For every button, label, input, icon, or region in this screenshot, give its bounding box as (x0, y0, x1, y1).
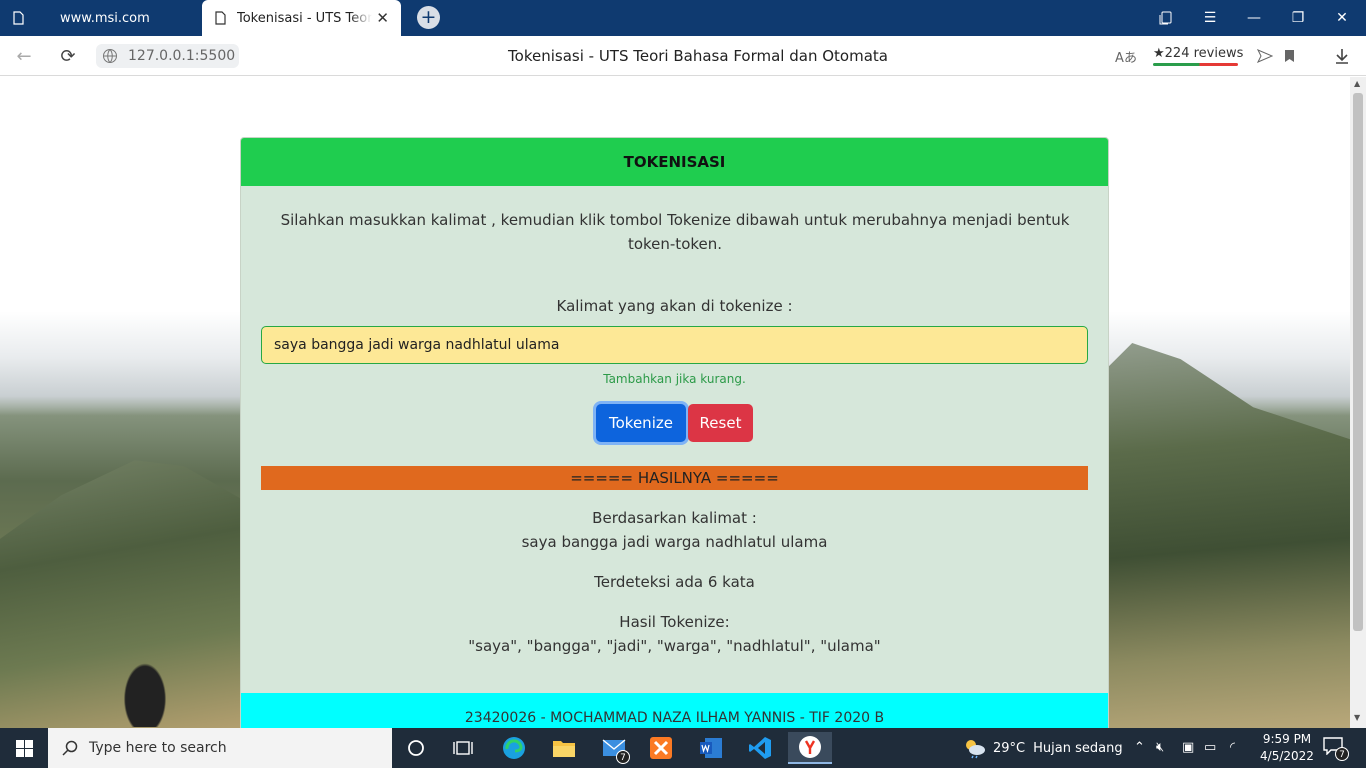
windows-taskbar: Type here to search 7 29°C Hujan sedang … (0, 728, 1366, 768)
wifi-icon[interactable]: ◜ (1230, 740, 1235, 755)
page-icon (215, 11, 226, 25)
page-viewport: TOKENISASI Silahkan masukkan kalimat , k… (0, 77, 1350, 728)
result-header: ===== HASILNYA ===== (261, 466, 1088, 490)
scroll-up-icon[interactable]: ▲ (1354, 79, 1360, 88)
file-explorer-icon[interactable] (548, 732, 580, 764)
new-tab-button[interactable]: + (417, 6, 440, 29)
edge-icon[interactable] (498, 732, 530, 764)
tokenizer-card: TOKENISASI Silahkan masukkan kalimat , k… (240, 137, 1109, 728)
input-hint: Tambahkan jika kurang. (603, 372, 746, 386)
taskbar-search[interactable]: Type here to search (48, 728, 392, 768)
page-icon (13, 11, 24, 25)
vscode-icon[interactable] (744, 732, 776, 764)
weather-widget[interactable]: 29°C Hujan sedang (963, 728, 1123, 768)
collections-icon[interactable] (1144, 0, 1188, 36)
background-motorbike (120, 657, 170, 727)
chevron-up-icon[interactable]: ⌃ (1134, 740, 1145, 755)
meet-now-icon[interactable]: ▣ (1182, 740, 1194, 755)
system-clock[interactable]: 9:59 PM 4/5/2022 (1256, 731, 1318, 765)
windows-icon (15, 739, 33, 757)
search-icon (62, 740, 78, 756)
notification-badge: 7 (1335, 747, 1349, 761)
mail-badge: 7 (616, 750, 630, 764)
cortana-icon[interactable] (400, 732, 432, 764)
tokens-value: "saya", "bangga", "jadi", "warga", "nadh… (468, 637, 881, 655)
browser-tab-strip: www.msi.com Tokenisasi - UTS Teori Bahas… (0, 0, 1366, 36)
address-bar: ← ⟳ 127.0.0.1:5500 Tokenisasi - UTS Teor… (0, 36, 1366, 76)
url-field[interactable]: 127.0.0.1:5500 (96, 44, 239, 68)
minimize-icon[interactable]: — (1232, 0, 1276, 36)
globe-icon (103, 49, 117, 63)
date: 4/5/2022 (1260, 749, 1314, 763)
scroll-down-icon[interactable]: ▼ (1354, 713, 1360, 722)
start-button[interactable] (0, 728, 48, 768)
card-footer: 23420026 - MOCHAMMAD NAZA ILHAM YANNIS -… (241, 693, 1108, 728)
sentence-input[interactable] (261, 326, 1088, 364)
tab-label: www.msi.com (60, 10, 150, 26)
reset-button[interactable]: Reset (688, 404, 753, 442)
tab-label: Tokenisasi - UTS Teori Bahasa Formal dan… (237, 10, 372, 26)
close-tab-icon[interactable]: ✕ (376, 9, 389, 27)
battery-icon[interactable]: ▭ (1204, 740, 1216, 755)
xampp-icon[interactable] (645, 732, 677, 764)
reviews-link[interactable]: ★224 reviews (1153, 46, 1243, 61)
yandex-browser-icon[interactable] (788, 732, 832, 764)
task-view-icon[interactable] (447, 732, 479, 764)
background-landscape-right (1108, 343, 1350, 728)
temperature: 29°C (993, 740, 1026, 756)
weather-condition: Hujan sedang (1033, 740, 1123, 756)
tokens-label: Hasil Tokenize: (619, 613, 730, 631)
share-icon[interactable] (1253, 44, 1277, 68)
based-on-value: saya bangga jadi warga nadhlatul ulama (521, 533, 828, 551)
mute-icon[interactable]: 🔇︎ (1156, 740, 1164, 755)
weather-icon (966, 740, 985, 759)
notification-center-icon[interactable]: 7 (1323, 737, 1349, 761)
tab-msi[interactable]: www.msi.com (0, 0, 200, 36)
back-icon[interactable]: ← (12, 44, 36, 68)
mail-icon[interactable]: 7 (598, 732, 630, 764)
tokenize-button[interactable]: Tokenize (596, 404, 686, 442)
scrollbar-thumb[interactable] (1353, 93, 1363, 631)
bookmark-icon[interactable] (1277, 44, 1301, 68)
based-on-label: Berdasarkan kalimat : (592, 509, 757, 527)
page-scrollbar[interactable]: ▲ ▼ (1350, 77, 1366, 728)
card-header: TOKENISASI (241, 138, 1108, 186)
word-count-text: Terdeteksi ada 6 kata (594, 573, 755, 591)
restore-icon[interactable]: ❐ (1276, 0, 1320, 36)
word-icon[interactable] (695, 732, 727, 764)
close-window-icon[interactable]: ✕ (1320, 0, 1364, 36)
input-label: Kalimat yang akan di tokenize : (556, 297, 793, 315)
download-icon[interactable] (1330, 44, 1354, 68)
search-placeholder: Type here to search (89, 740, 227, 756)
menu-icon[interactable]: ☰ (1188, 0, 1232, 36)
time: 9:59 PM (1262, 732, 1312, 746)
translate-icon[interactable]: Aあ (1114, 44, 1138, 68)
reload-icon[interactable]: ⟳ (56, 44, 80, 68)
intro-text: Silahkan masukkan kalimat , kemudian kli… (280, 211, 1070, 253)
rating-bar (1153, 63, 1238, 66)
tab-tokenisasi[interactable]: Tokenisasi - UTS Teori Bahasa Formal dan… (202, 0, 401, 36)
url-text: 127.0.0.1:5500 (128, 48, 236, 64)
page-title: Tokenisasi - UTS Teori Bahasa Formal dan… (508, 47, 888, 65)
